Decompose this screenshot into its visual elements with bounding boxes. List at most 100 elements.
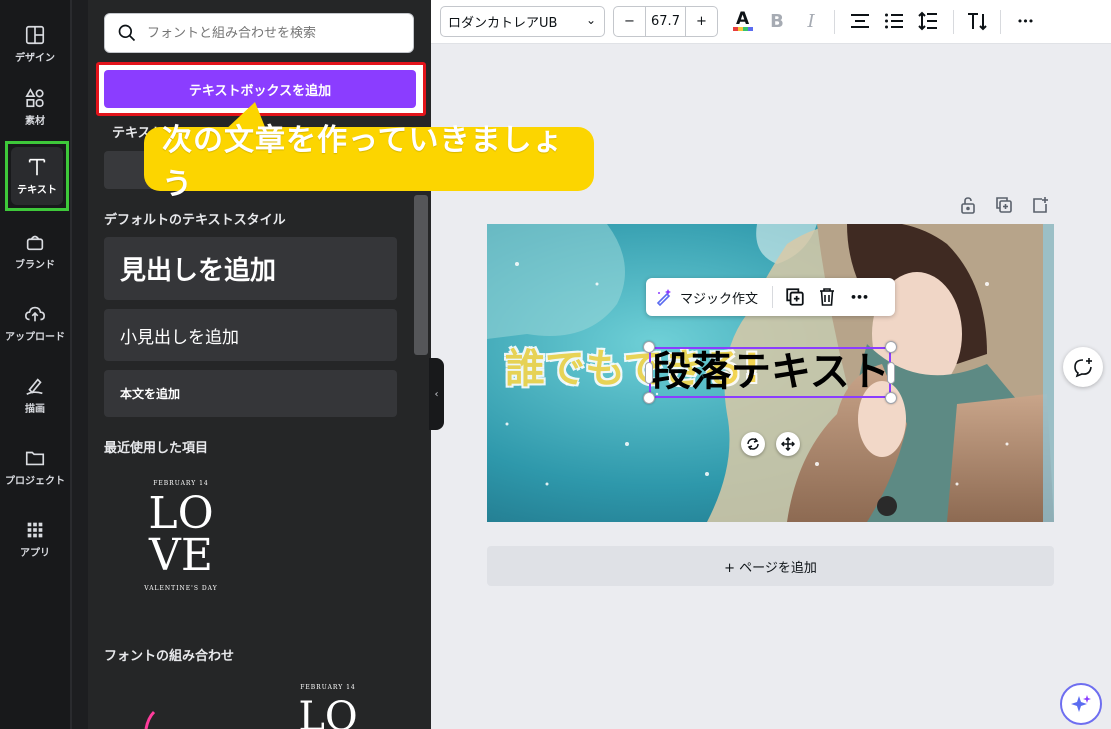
resize-handle-tl[interactable] — [643, 341, 655, 353]
sparkle-icon — [1071, 695, 1091, 712]
search-input[interactable] — [147, 25, 397, 41]
add-page-button[interactable]: + ページを追加 — [487, 546, 1054, 586]
lock-page-button[interactable] — [958, 195, 978, 215]
duplicate-page-button[interactable] — [994, 195, 1014, 215]
rail-label: テキスト — [17, 185, 57, 196]
magic-write-label: マジック作文 — [680, 291, 759, 307]
combo-love-template[interactable]: FEBRUARY 14 LO — [283, 684, 373, 729]
chevron-down-icon: ⌄ — [585, 13, 596, 27]
add-comment-button[interactable] — [1063, 347, 1103, 387]
align-center-icon — [851, 14, 869, 28]
resize-handle-bl[interactable] — [643, 392, 655, 404]
love-line2: VE — [149, 530, 213, 581]
rail-label: アップロード — [5, 332, 65, 343]
combo-neon-template[interactable] — [128, 700, 168, 729]
selected-paragraph-text[interactable]: 段落テキスト — [649, 347, 891, 398]
move-button[interactable] — [776, 432, 800, 456]
add-subheading-button[interactable]: 小見出しを追加 — [104, 309, 397, 361]
rail-label: 描画 — [25, 404, 45, 415]
font-size-increase[interactable]: + — [686, 7, 717, 36]
rail-item-elements[interactable]: 素材 — [0, 75, 70, 139]
rail-item-text[interactable]: テキスト — [5, 141, 69, 211]
search-icon — [118, 24, 136, 42]
ai-assistant-button[interactable] — [1060, 683, 1102, 725]
default-styles-title: デフォルトのテキストスタイル — [104, 213, 286, 228]
rail-item-draw[interactable]: 描画 — [0, 363, 70, 427]
magic-write-button[interactable]: マジック作文 — [646, 278, 766, 316]
font-size-stepper: − 67.7 + — [613, 6, 718, 37]
left-rail: デザイン 素材 テキスト ブランド アップロード 描画 プロジェクト アプリ — [0, 0, 72, 729]
resize-handle-left[interactable] — [645, 362, 653, 384]
line-spacing-icon — [918, 11, 937, 31]
love-top: FEBRUARY 14 — [153, 480, 209, 487]
instruction-callout: 次の文章を作っていきましょう — [144, 123, 594, 202]
text-color-icon: A — [733, 9, 753, 31]
rail-label: 素材 — [25, 116, 45, 127]
italic-button[interactable]: I — [798, 8, 824, 34]
collapse-panel-button[interactable]: ‹ — [429, 358, 444, 430]
layout-icon — [25, 25, 45, 45]
toolbar-divider — [834, 10, 835, 34]
chevron-left-icon: ‹ — [434, 388, 439, 400]
recent-love-template[interactable]: FEBRUARY 14 LO VE VALENTINE'S DAY — [120, 472, 242, 612]
vertical-text-button[interactable] — [964, 8, 990, 34]
add-heading-button[interactable]: 見出しを追加 — [104, 237, 397, 300]
font-name: ロダンカトレアUB — [448, 16, 558, 31]
apps-icon — [27, 522, 43, 538]
brand-icon — [26, 235, 44, 251]
element-context-bar: マジック作文 ••• — [646, 278, 895, 316]
duplicate-icon — [996, 197, 1012, 213]
rotate-button[interactable] — [741, 432, 765, 456]
text-color-button[interactable]: A — [730, 8, 756, 34]
font-search[interactable] — [104, 13, 414, 53]
element-more-button[interactable]: ••• — [846, 284, 872, 310]
combo-love-top: FEBRUARY 14 — [300, 684, 356, 691]
combo-love-big: LO — [298, 694, 358, 729]
add-body-button[interactable]: 本文を追加 — [104, 370, 397, 417]
resize-handle-right[interactable] — [887, 362, 895, 384]
upload-icon — [25, 306, 45, 322]
rail-label: デザイン — [15, 53, 55, 64]
duplicate-element-button[interactable] — [782, 284, 808, 310]
spacing-button[interactable] — [915, 8, 941, 34]
more-options-button[interactable]: ••• — [1012, 8, 1038, 34]
bullet-list-icon — [885, 13, 903, 29]
align-center-button[interactable] — [847, 8, 873, 34]
trash-icon — [820, 288, 835, 306]
add-page-top-button[interactable] — [1030, 195, 1050, 215]
comment-add-icon — [1074, 358, 1092, 378]
panel-scrollbar[interactable] — [414, 195, 428, 355]
toolbar-divider — [1000, 10, 1001, 34]
font-size-input[interactable]: 67.7 — [646, 7, 686, 36]
rail-item-brand[interactable]: ブランド — [0, 219, 70, 283]
delete-element-button[interactable] — [814, 284, 840, 310]
panel-edge — [72, 0, 88, 729]
folder-icon — [25, 451, 45, 466]
rail-item-design[interactable]: デザイン — [0, 12, 70, 76]
font-size-decrease[interactable]: − — [614, 7, 646, 36]
font-selector[interactable]: ロダンカトレアUB ⌄ — [440, 6, 605, 37]
resize-handle-tr[interactable] — [885, 341, 897, 353]
svg-text:A: A — [736, 9, 750, 29]
lock-icon — [961, 197, 975, 214]
love-line1: LO — [148, 488, 214, 539]
rail-label: プロジェクト — [5, 476, 65, 487]
neon-script-icon — [144, 710, 156, 729]
resize-handle-br[interactable] — [885, 392, 897, 404]
add-page-icon — [1033, 197, 1048, 213]
combos-title: フォントの組み合わせ — [104, 649, 235, 664]
magic-pen-icon — [656, 289, 671, 307]
toolbar-divider — [953, 10, 954, 34]
rail-label: アプリ — [20, 548, 50, 559]
recent-title: 最近使用した項目 — [104, 441, 209, 456]
rotate-icon — [747, 438, 759, 450]
context-bar-divider — [772, 286, 774, 308]
rail-item-apps[interactable]: アプリ — [0, 507, 70, 571]
vertical-text-icon — [968, 13, 987, 31]
duplicate-icon — [786, 288, 804, 306]
bullet-list-button[interactable] — [881, 8, 907, 34]
text-icon — [28, 158, 46, 176]
rail-item-projects[interactable]: プロジェクト — [0, 435, 70, 499]
bold-button[interactable]: B — [764, 8, 790, 34]
rail-item-uploads[interactable]: アップロード — [0, 291, 70, 355]
